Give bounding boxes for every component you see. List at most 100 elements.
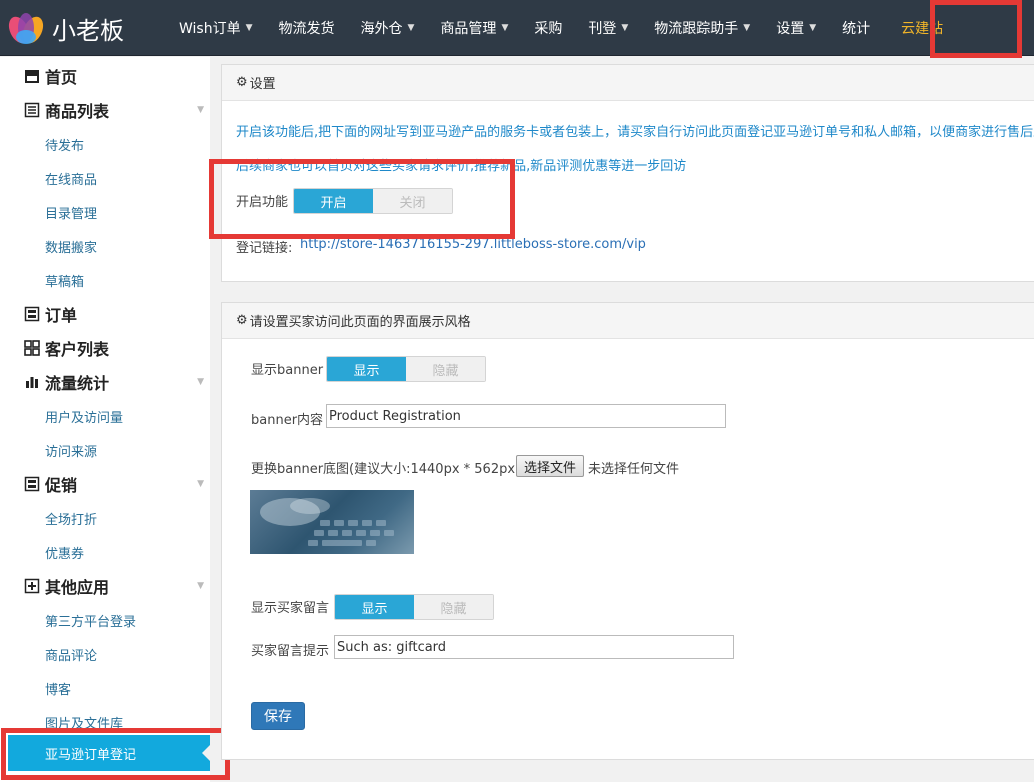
- buyer-message-hint-input[interactable]: [334, 635, 734, 659]
- top-navbar: 小老板 Wish订单 ▼ 物流发货 海外仓 ▼ 商品管理 ▼ 采购 刊登 ▼ 物流跟踪助…: [0, 0, 1034, 56]
- sidebar-item-pending[interactable]: 待发布: [45, 127, 84, 161]
- sidebar-label: 商品列表: [45, 102, 110, 121]
- sidebar-item-home[interactable]: 首页: [24, 59, 77, 93]
- enable-feature-toggle[interactable]: 开启 关闭: [293, 188, 453, 214]
- sidebar-item-coupons[interactable]: 优惠券: [45, 535, 84, 569]
- chevron-down-icon: ▼: [197, 479, 204, 489]
- sidebar-item-drafts[interactable]: 草稿箱: [45, 263, 84, 297]
- nav-label: 设置: [776, 21, 805, 37]
- plus-square-icon: [24, 578, 40, 594]
- banner-content-label: banner内容: [251, 413, 324, 428]
- chevron-down-icon: ▼: [197, 581, 204, 591]
- sidebar-label: 客户列表: [45, 340, 110, 359]
- promo-icon: [24, 476, 40, 492]
- show-buyer-message-toggle[interactable]: 显示 隐藏: [334, 594, 494, 620]
- choose-file-button[interactable]: 选择文件: [516, 455, 585, 477]
- sidebar-item-promo[interactable]: 促销 ▼: [24, 467, 210, 501]
- toggle-off-option[interactable]: 关闭: [373, 189, 452, 213]
- caret-down-icon: ▼: [743, 23, 751, 33]
- style-title: 请设置买家访问此页面的界面展示风格: [249, 315, 471, 330]
- brand[interactable]: 小老板: [6, 10, 124, 46]
- show-buyer-message-label: 显示买家留言: [251, 601, 330, 616]
- main-nav: Wish订单 ▼ 物流发货 海外仓 ▼ 商品管理 ▼ 采购 刊登 ▼ 物流跟踪助手 ▼ 设…: [166, 0, 961, 56]
- banner-preview-image: [250, 490, 414, 554]
- toggle-hide-option[interactable]: 隐藏: [414, 595, 493, 619]
- sidebar-label: 订单: [45, 306, 78, 325]
- sidebar-item-products[interactable]: 商品列表 ▼: [24, 93, 210, 127]
- nav-label: 商品管理: [440, 21, 497, 37]
- app-root: 小老板 Wish订单 ▼ 物流发货 海外仓 ▼ 商品管理 ▼ 采购 刊登 ▼ 物流跟踪助…: [0, 0, 1034, 782]
- sidebar-label: 亚马逊订单登记: [45, 747, 137, 763]
- nav-settings[interactable]: 设置 ▼: [763, 0, 829, 56]
- nav-product-management[interactable]: 商品管理 ▼: [427, 0, 521, 56]
- caret-down-icon: ▼: [245, 23, 253, 33]
- banner-content-input[interactable]: [326, 404, 726, 428]
- enable-feature-label: 开启功能: [236, 195, 289, 210]
- store-icon: [24, 68, 40, 84]
- nav-label: 海外仓: [360, 21, 403, 37]
- nav-label: Wish订单: [179, 21, 241, 37]
- nav-wish-orders[interactable]: Wish订单 ▼: [166, 0, 266, 56]
- nav-logistics[interactable]: 物流发货: [266, 0, 348, 56]
- sidebar-item-file-library[interactable]: 图片及文件库: [45, 705, 123, 739]
- sidebar-item-online-products[interactable]: 在线商品: [45, 161, 97, 195]
- brand-name: 小老板: [52, 16, 124, 45]
- brand-logo-icon: [8, 13, 44, 44]
- gear-icon: ⚙: [236, 313, 248, 328]
- caret-down-icon: ▼: [621, 23, 629, 33]
- sidebar-item-blog[interactable]: 博客: [45, 671, 71, 705]
- sidebar-item-orders[interactable]: 订单: [24, 297, 77, 331]
- nav-label: 采购: [534, 21, 563, 37]
- nav-statistics[interactable]: 统计: [829, 0, 883, 56]
- sidebar-item-site-discount[interactable]: 全场打折: [45, 501, 97, 535]
- show-banner-toggle[interactable]: 显示 隐藏: [326, 356, 486, 382]
- toggle-show-option[interactable]: 显示: [327, 357, 406, 381]
- gear-icon: ⚙: [236, 75, 248, 90]
- no-file-chosen-text: 未选择任何文件: [588, 462, 680, 477]
- save-button[interactable]: 保存: [251, 702, 305, 730]
- chevron-down-icon: ▼: [197, 377, 204, 387]
- toggle-on-option[interactable]: 开启: [294, 189, 373, 213]
- nav-label: 刊登: [588, 21, 617, 37]
- registration-link[interactable]: http://store-1463716155-297.littleboss-s…: [300, 237, 646, 252]
- caret-down-icon: ▼: [407, 23, 415, 33]
- show-banner-label: 显示banner: [251, 363, 324, 378]
- sidebar-item-third-party-login[interactable]: 第三方平台登录: [45, 603, 136, 637]
- toggle-hide-option[interactable]: 隐藏: [406, 357, 485, 381]
- settings-panel: ⚙ 设置 开启该功能后,把下面的网址写到亚马逊产品的服务卡或者包装上，请买家自行…: [221, 64, 1034, 282]
- toggle-show-option[interactable]: 显示: [335, 595, 414, 619]
- sidebar-item-amazon-order-registration[interactable]: 亚马逊订单登记: [8, 735, 210, 771]
- nav-tracking-assistant[interactable]: 物流跟踪助手 ▼: [641, 0, 763, 56]
- sidebar-item-data-migration[interactable]: 数据搬家: [45, 229, 97, 263]
- buyer-message-hint-label: 买家留言提示: [251, 644, 330, 659]
- sidebar-label: 促销: [45, 476, 78, 495]
- banner-background-label: 更换banner底图(建议大小:1440px * 562px): [251, 462, 521, 477]
- sidebar: 首页 商品列表 ▼ 待发布 在线商品 目录管理 数据搬家 草稿箱 订单 客户列表…: [0, 57, 210, 782]
- style-panel-header: ⚙ 请设置买家访问此页面的界面展示风格: [222, 303, 1034, 339]
- style-panel: ⚙ 请设置买家访问此页面的界面展示风格 显示banner 显示 隐藏 banne…: [221, 302, 1034, 760]
- nav-purchasing[interactable]: 采购: [521, 0, 575, 56]
- customers-icon: [24, 340, 40, 356]
- sidebar-item-catalog[interactable]: 目录管理: [45, 195, 97, 229]
- nav-listing[interactable]: 刊登 ▼: [575, 0, 641, 56]
- sidebar-item-visit-source[interactable]: 访问来源: [45, 433, 97, 467]
- settings-title: 设置: [249, 77, 276, 92]
- sidebar-label: 流量统计: [45, 374, 110, 393]
- sidebar-item-product-reviews[interactable]: 商品评论: [45, 637, 97, 671]
- orders-icon: [24, 306, 40, 322]
- sidebar-label: 其他应用: [45, 578, 110, 597]
- nav-cloud-site[interactable]: 云建站: [883, 0, 961, 56]
- sidebar-item-customers[interactable]: 客户列表: [24, 331, 109, 365]
- nav-label: 物流跟踪助手: [654, 21, 739, 37]
- sidebar-item-users-visits[interactable]: 用户及访问量: [45, 399, 123, 433]
- nav-overseas-warehouse[interactable]: 海外仓 ▼: [348, 0, 428, 56]
- sidebar-item-other-apps[interactable]: 其他应用 ▼: [24, 569, 210, 603]
- settings-description: 开启该功能后,把下面的网址写到亚马逊产品的服务卡或者包装上，请买家自行访问此页面…: [236, 125, 1034, 140]
- sidebar-item-traffic[interactable]: 流量统计 ▼: [24, 365, 210, 399]
- bar-chart-icon: [24, 374, 40, 390]
- settings-description-2: 后续商家也可以首页对这些买家请求评价,推荐新品,新品评测优惠等进一步回访: [236, 159, 687, 174]
- settings-panel-header: ⚙ 设置: [222, 65, 1034, 101]
- keyboard-image-icon: [260, 498, 394, 546]
- list-icon: [24, 102, 40, 118]
- active-notch: [202, 745, 210, 761]
